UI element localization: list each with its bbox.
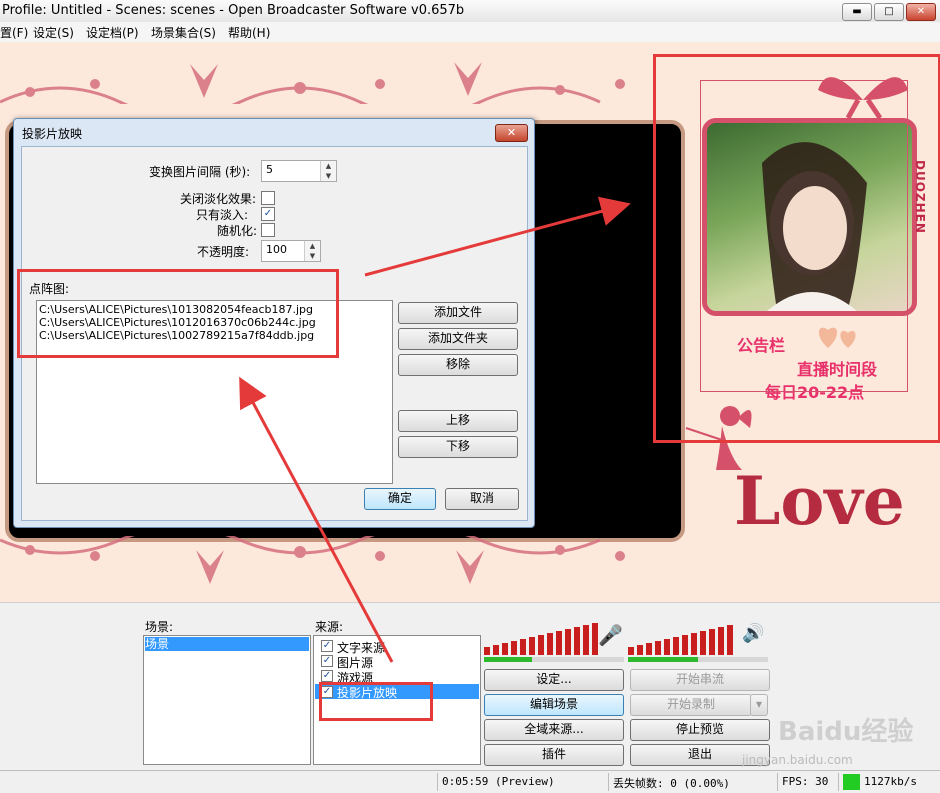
scenes-label: 场景: [145, 620, 174, 634]
start-streaming-button[interactable]: 开始串流 [630, 669, 770, 691]
fade-in-checkbox[interactable]: ✓ [261, 207, 275, 221]
baidu-watermark-logo: Baidu经验 [778, 717, 914, 747]
status-time: 0:05:59 (Preview) [442, 775, 555, 788]
status-fps: FPS: 30 [782, 775, 829, 788]
spin-arrows-icon[interactable]: ▲ ▼ [304, 241, 320, 261]
baidu-watermark-url: jingyan.baidu.com [742, 753, 853, 767]
menu-bar: 置(F) 设定(S) 设定档(P) 场景集合(S) 帮助(H) [0, 22, 940, 42]
random-checkbox[interactable] [261, 223, 275, 237]
opacity-value: 100 [266, 243, 287, 256]
remove-button[interactable]: 移除 [398, 354, 518, 376]
random-label: 随机化: [217, 224, 258, 238]
scenes-list[interactable]: 场景 [143, 635, 311, 765]
bitrate-indicator [843, 774, 860, 790]
opacity-label: 不透明度: [197, 245, 250, 259]
cancel-button[interactable]: 取消 [445, 488, 519, 510]
list-item[interactable]: 场景 [145, 637, 309, 651]
interval-value: 5 [266, 163, 273, 176]
source-checkbox[interactable]: ✓ [321, 670, 333, 682]
dialog-close-button[interactable]: ✕ [495, 124, 528, 142]
maximize-button[interactable]: □ [874, 3, 904, 21]
status-bar: 0:05:59 (Preview) 丢失帧数: 0 (0.00%) FPS: 3… [0, 770, 940, 793]
dialog-title: 投影片放映 [22, 127, 83, 141]
menu-settings[interactable]: 设定(S) [33, 24, 74, 41]
source-checkbox[interactable]: ✓ [321, 655, 333, 667]
ornament-bottom [0, 536, 625, 584]
divider [777, 773, 778, 791]
close-button[interactable]: ✕ [906, 3, 936, 21]
record-dropdown-arrow-icon[interactable]: ▾ [750, 694, 768, 716]
move-down-button[interactable]: 下移 [398, 436, 518, 458]
add-file-button[interactable]: 添加文件 [398, 302, 518, 324]
ok-button[interactable]: 确定 [364, 488, 436, 510]
divider [838, 773, 839, 791]
stop-preview-button[interactable]: 停止预览 [630, 719, 770, 741]
fade-in-label: 只有淡入: [196, 208, 249, 222]
opacity-spinner[interactable]: 100 ▲ ▼ [261, 240, 321, 262]
edit-scene-button[interactable]: 编辑场景 [484, 694, 624, 716]
love-text: Love [734, 462, 905, 540]
start-recording-button[interactable]: 开始录制 [630, 694, 752, 716]
highlight-box-preview [653, 54, 940, 443]
minimize-button[interactable]: ▬ [842, 3, 872, 21]
interval-spinner[interactable]: 5 ▲ ▼ [261, 160, 337, 182]
menu-file[interactable]: 置(F) [0, 24, 28, 41]
status-bitrate: 1127kb/s [864, 775, 917, 788]
move-up-button[interactable]: 上移 [398, 410, 518, 432]
plugins-button[interactable]: 插件 [484, 744, 624, 766]
interval-label: 变换图片间隔 (秒): [149, 165, 251, 179]
add-folder-button[interactable]: 添加文件夹 [398, 328, 518, 350]
title-bar: Profile: Untitled - Scenes: scenes - Ope… [0, 0, 940, 23]
speaker-icon[interactable]: 🔊 [742, 623, 764, 644]
fade-off-label: 关闭淡化效果: [180, 192, 257, 206]
window-title: Profile: Untitled - Scenes: scenes - Ope… [2, 3, 465, 18]
highlight-box-files [17, 269, 339, 358]
sources-label: 来源: [315, 620, 344, 634]
fade-off-checkbox[interactable] [261, 191, 275, 205]
settings-button[interactable]: 设定... [484, 669, 624, 691]
global-sources-button[interactable]: 全域来源... [484, 719, 624, 741]
control-panel: 场景: 场景 来源: ✓ 文字来源 ✓ 图片源 ✓ 游戏源 ✓ 投影片放映 🎤 [0, 602, 940, 771]
menu-profile[interactable]: 设定档(P) [86, 24, 139, 41]
highlight-box-source [319, 682, 433, 721]
spin-arrows-icon[interactable]: ▲ ▼ [320, 161, 336, 181]
source-checkbox[interactable]: ✓ [321, 640, 333, 652]
status-dropped-frames: 丢失帧数: 0 (0.00%) [613, 777, 730, 790]
divider [608, 773, 609, 791]
menu-help[interactable]: 帮助(H) [228, 24, 270, 41]
menu-scene-collection[interactable]: 场景集合(S) [151, 24, 216, 41]
divider [437, 773, 438, 791]
microphone-icon[interactable]: 🎤 [598, 623, 623, 647]
